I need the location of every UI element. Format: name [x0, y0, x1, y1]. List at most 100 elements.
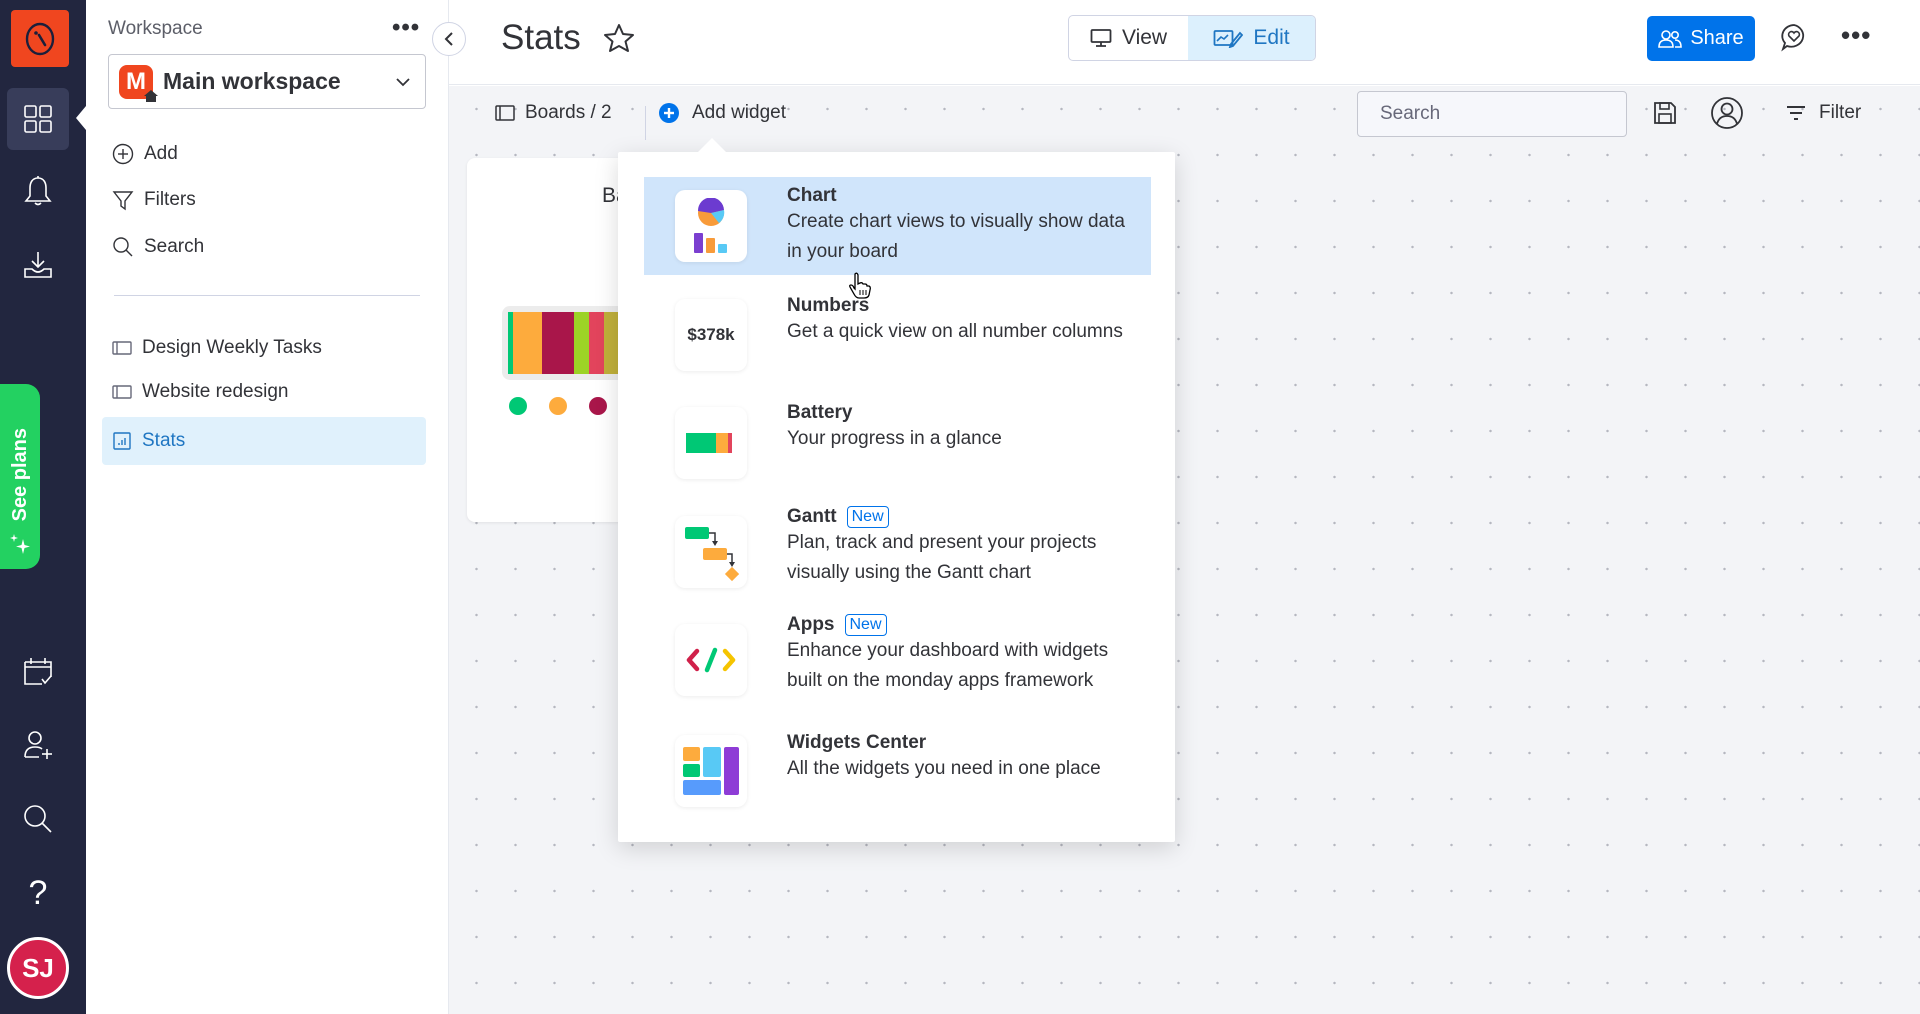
- menu-item-apps[interactable]: Apps New Enhance your dashboard with widg…: [644, 614, 1151, 714]
- workspace-search-button[interactable]: Search: [112, 236, 204, 258]
- sidebar-item-label: Design Weekly Tasks: [142, 337, 322, 358]
- person-filter-icon[interactable]: [1710, 96, 1744, 130]
- bell-icon: [24, 176, 52, 206]
- workspace-name: Main workspace: [163, 68, 341, 94]
- help-icon: ?: [28, 873, 48, 912]
- rail-inbox-button[interactable]: [7, 234, 69, 296]
- save-icon[interactable]: [1652, 100, 1678, 126]
- menu-item-title: Gantt: [787, 506, 837, 527]
- rail-search-button[interactable]: [7, 788, 69, 850]
- add-widget-label: Add widget: [692, 102, 787, 123]
- search-icon: [24, 805, 52, 833]
- filters-label: Filters: [144, 189, 196, 210]
- logo-icon: [25, 22, 55, 55]
- chart-icon: [675, 190, 747, 262]
- battery-segment: [589, 312, 605, 374]
- rail-notifications-button[interactable]: [7, 160, 69, 222]
- sidebar-item-label: Website redesign: [142, 381, 289, 402]
- filter-button[interactable]: Filter: [1785, 102, 1861, 124]
- plus-circle-icon: [112, 143, 134, 165]
- rail-workspaces-button[interactable]: [7, 88, 69, 150]
- divider: [114, 295, 420, 296]
- menu-item-widgets-center[interactable]: Widgets Center All the widgets you need …: [644, 732, 1151, 822]
- workspace-badge: M: [119, 64, 158, 102]
- apps-code-icon: [675, 624, 747, 696]
- dashboard-search: [1357, 91, 1627, 137]
- numbers-icon: $378k: [675, 299, 747, 371]
- edit-label: Edit: [1253, 26, 1290, 49]
- new-badge: New: [844, 614, 887, 636]
- header-more-button[interactable]: •••: [1841, 20, 1871, 51]
- page-title: Stats: [501, 18, 581, 57]
- rail-my-work-button[interactable]: [7, 640, 69, 702]
- sidebar-item-design-weekly-tasks[interactable]: Design Weekly Tasks: [102, 324, 426, 372]
- view-mode-button[interactable]: View: [1069, 16, 1188, 60]
- legend-dot: [589, 397, 607, 415]
- chevron-left-icon: [444, 32, 453, 46]
- active-rail-pointer: [76, 106, 86, 130]
- rail-invite-button[interactable]: [7, 714, 69, 776]
- menu-item-chart[interactable]: Chart Create chart views to visually sho…: [644, 177, 1151, 275]
- menu-item-gantt[interactable]: Gantt New Plan, track and present your pr…: [644, 506, 1151, 606]
- search-input[interactable]: [1380, 103, 1625, 125]
- menu-item-battery[interactable]: Battery Your progress in a glance: [644, 402, 1151, 492]
- collapse-panel-button[interactable]: [432, 22, 466, 56]
- filter-label: Filter: [1819, 102, 1862, 123]
- see-plans-button[interactable]: See plans: [0, 384, 40, 569]
- menu-item-title: Widgets Center: [787, 732, 927, 753]
- add-label: Add: [144, 143, 178, 164]
- hand-pointer-cursor: [849, 272, 871, 299]
- page-header: Stats View Edit Share •••: [449, 0, 1920, 85]
- battery-icon: [675, 407, 747, 479]
- view-label: View: [1121, 26, 1168, 49]
- edit-chart-icon: [1214, 30, 1244, 48]
- feedback-heart-icon[interactable]: [1779, 22, 1809, 52]
- see-plans-label: See plans: [8, 427, 31, 521]
- menu-item-title: Apps: [787, 614, 835, 635]
- share-button[interactable]: Share: [1647, 16, 1755, 61]
- new-badge: New: [846, 506, 889, 528]
- rail-help-button[interactable]: ?: [7, 862, 69, 924]
- legend-dot: [549, 397, 567, 415]
- sidebar-item-stats[interactable]: Stats: [102, 417, 426, 465]
- monday-logo[interactable]: [11, 10, 69, 67]
- user-avatar[interactable]: SJ: [7, 937, 69, 999]
- plus-circle-filled-icon: [659, 103, 679, 123]
- board-icon: [495, 105, 515, 121]
- widgets-center-icon: [675, 735, 747, 807]
- numbers-icon-text: $378k: [687, 325, 735, 344]
- home-icon: [144, 89, 158, 102]
- add-widget-button[interactable]: Add widget: [658, 102, 786, 124]
- nav-rail: See plans ? SJ: [0, 0, 86, 1014]
- workspace-panel: Workspace ••• M Main workspace Add Filte…: [86, 0, 449, 1014]
- workspace-more-button[interactable]: •••: [392, 14, 420, 42]
- menu-item-desc: Get a quick view on all number columns: [787, 321, 1123, 342]
- view-edit-toggle: View Edit: [1068, 15, 1316, 61]
- toolbar-divider: [645, 106, 646, 140]
- workspace-selector[interactable]: M Main workspace: [108, 54, 426, 109]
- sidebar-item-website-redesign[interactable]: Website redesign: [102, 368, 426, 416]
- menu-item-desc: Your progress in a glance: [787, 428, 1002, 449]
- boards-label: Boards / 2: [525, 102, 612, 123]
- favorite-star-icon[interactable]: [603, 22, 635, 54]
- boards-selector[interactable]: Boards / 2: [495, 102, 612, 124]
- dashboard-icon: [113, 432, 131, 450]
- menu-item-numbers[interactable]: $378k Numbers Get a quick view on all nu…: [644, 292, 1151, 382]
- workspace-filters-button[interactable]: Filters: [112, 189, 196, 211]
- edit-mode-button[interactable]: Edit: [1188, 16, 1315, 60]
- people-icon: [1658, 29, 1683, 48]
- sparkle-icon: [10, 534, 30, 554]
- workspace-add-button[interactable]: Add: [112, 143, 178, 165]
- menu-item-title: Battery: [787, 402, 853, 423]
- inbox-download-icon: [24, 252, 52, 278]
- dropdown-arrow: [698, 138, 726, 152]
- chevron-down-icon: [396, 77, 410, 86]
- battery-segment: [541, 312, 575, 374]
- invite-user-icon: [24, 731, 52, 759]
- share-label: Share: [1690, 27, 1744, 49]
- legend-dot: [509, 397, 527, 415]
- calendar-check-icon: [24, 658, 52, 685]
- workspace-grid-icon: [24, 105, 52, 133]
- search-icon: [113, 237, 133, 257]
- monitor-icon: [1090, 29, 1112, 47]
